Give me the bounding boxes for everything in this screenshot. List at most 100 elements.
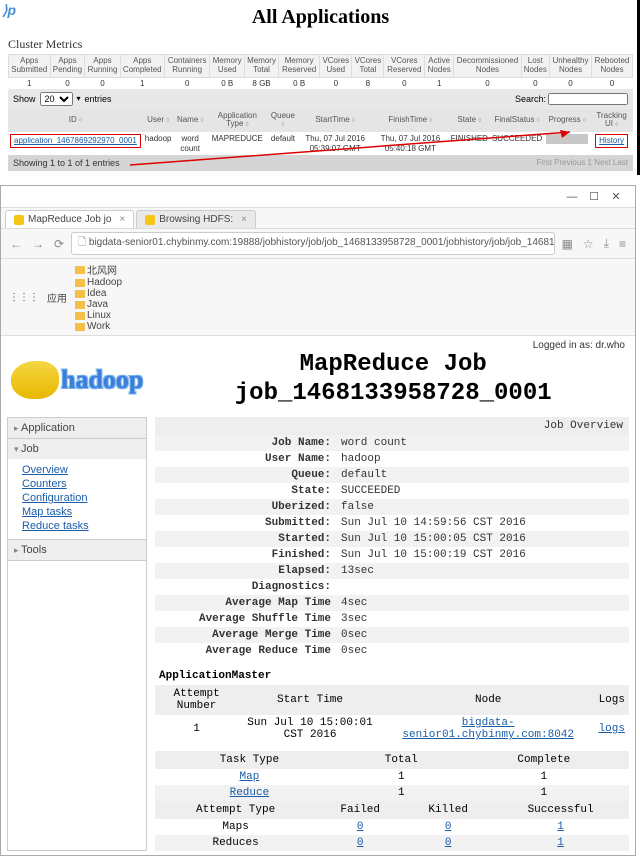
apps-col[interactable]: ID ◊ [8, 109, 143, 133]
app-queue: default [268, 132, 298, 155]
kv-row: Submitted:Sun Jul 10 14:59:56 CST 2016 [155, 515, 629, 531]
reload-button[interactable]: ⟳ [51, 237, 67, 251]
task-type-link[interactable]: Map [240, 771, 260, 783]
back-button[interactable]: ← [7, 237, 25, 251]
metrics-col: Apps Submitted [9, 55, 51, 78]
apps-col[interactable]: Name ◊ [174, 109, 207, 133]
metrics-col: Memory Reserved [279, 55, 320, 78]
left-nav: Application Job OverviewCountersConfigur… [7, 417, 147, 851]
application-master-table: Attempt NumberStart TimeNodeLogs 1 Sun J… [155, 685, 629, 743]
app-progress [544, 132, 590, 155]
search-input[interactable] [548, 93, 628, 105]
tab-browsing-hdfs[interactable]: Browsing HDFS: × [136, 210, 256, 228]
am-attempt-number: 1 [155, 715, 238, 743]
window-titlebar: — ☐ ✕ [1, 186, 635, 208]
metrics-col: Decommissioned Nodes [454, 55, 521, 78]
kv-row: Started:Sun Jul 10 15:00:05 CST 2016 [155, 531, 629, 547]
entries-select[interactable]: 20 [40, 92, 73, 106]
bookmark-folder[interactable]: Idea [75, 288, 122, 299]
paging-controls[interactable]: First Previous 1 Next Last [536, 158, 628, 168]
app-name: word count [174, 132, 207, 155]
metrics-col: Lost Nodes [521, 55, 549, 78]
application-master-header: ApplicationMaster [155, 667, 629, 685]
app-final: SUCCEEDED [490, 132, 544, 155]
nav-link-overview[interactable]: Overview [22, 463, 146, 477]
close-icon[interactable]: × [241, 214, 247, 225]
kv-row: Uberized:false [155, 499, 629, 515]
app-finish: Thu, 07 Jul 2016 05:40:18 GMT [372, 132, 448, 155]
download-icon[interactable]: ⤓ [601, 236, 612, 251]
menu-button[interactable]: ≡ [616, 237, 629, 251]
attempt-type-table: Attempt TypeFailedKilledSuccessful Maps0… [155, 801, 629, 851]
task-type-link[interactable]: Reduce [230, 787, 270, 799]
tab-mapreduce-job[interactable]: MapReduce Job jo × [5, 210, 134, 228]
kv-row: Average Map Time4sec [155, 595, 629, 611]
application-id-link[interactable]: application_1467869292970_0001 [14, 136, 137, 145]
metrics-col: Rebooted Nodes [592, 55, 633, 78]
nav-link-reduce-tasks[interactable]: Reduce tasks [22, 519, 146, 533]
metrics-col: Active Nodes [425, 55, 454, 78]
am-logs-link[interactable]: logs [599, 723, 625, 735]
kv-row: Queue:default [155, 467, 629, 483]
nav-tools[interactable]: Tools [8, 540, 146, 560]
metrics-col: Apps Running [85, 55, 120, 78]
cluster-metrics-heading: Cluster Metrics [8, 37, 633, 52]
kv-row: Elapsed:13sec [155, 563, 629, 579]
bookmark-folder[interactable]: Work [75, 321, 122, 332]
apps-icon[interactable]: ⋮⋮⋮ [9, 292, 39, 303]
apps-col[interactable]: StartTime ◊ [298, 109, 372, 133]
qr-icon[interactable]: ▦ [559, 237, 576, 251]
minimize-button[interactable]: — [561, 191, 583, 203]
nav-job[interactable]: Job [8, 439, 146, 459]
apps-col[interactable]: FinalStatus ◊ [490, 109, 544, 133]
nav-application[interactable]: Application [8, 418, 146, 438]
favicon-icon [14, 215, 24, 225]
metrics-col: Apps Pending [50, 55, 85, 78]
address-bar[interactable]: 🗋 bigdata-senior01.chybinmy.com:19888/jo… [71, 232, 555, 255]
elephant-icon [11, 361, 59, 399]
apps-col[interactable]: User ◊ [143, 109, 174, 133]
bookmark-folder[interactable]: Java [75, 299, 122, 310]
hadoop-logo[interactable]: hadoop [7, 357, 147, 403]
metrics-col: Containers Running [164, 55, 210, 78]
table-row: Map11 [155, 769, 629, 785]
favicon-icon [145, 215, 155, 225]
star-icon[interactable]: ☆ [580, 237, 597, 251]
close-button[interactable]: ✕ [605, 190, 627, 203]
logged-in-text: Logged in as: dr.who [7, 340, 629, 351]
metrics-col: Apps Completed [120, 55, 164, 78]
history-link[interactable]: History [599, 136, 624, 145]
kv-row: Average Shuffle Time3sec [155, 611, 629, 627]
kv-row: Finished:Sun Jul 10 15:00:19 CST 2016 [155, 547, 629, 563]
apps-col[interactable]: Progress ◊ [544, 109, 590, 133]
page-title: All Applications [8, 6, 633, 29]
table-row: Reduce11 [155, 785, 629, 801]
table-row: Maps001 [155, 819, 629, 835]
close-icon[interactable]: × [119, 214, 125, 225]
app-user: hadoop [143, 132, 174, 155]
kv-row: State:SUCCEEDED [155, 483, 629, 499]
kv-row: Job Name:word count [155, 435, 629, 451]
metrics-col: VCores Used [320, 55, 352, 78]
apps-col[interactable]: Tracking UI ◊ [590, 109, 633, 133]
bookmark-folder[interactable]: 北风网 [75, 262, 122, 277]
apps-col[interactable]: Queue ◊ [268, 109, 298, 133]
entries-label: entries [85, 94, 112, 104]
metrics-col: Unhealthy Nodes [549, 55, 591, 78]
bookmark-folder[interactable]: Linux [75, 310, 122, 321]
forward-button[interactable]: → [29, 237, 47, 251]
am-start-time: Sun Jul 10 15:00:01 CST 2016 [238, 715, 382, 743]
kv-row: Diagnostics: [155, 579, 629, 595]
nav-link-counters[interactable]: Counters [22, 477, 146, 491]
nav-link-map-tasks[interactable]: Map tasks [22, 505, 146, 519]
am-node-link[interactable]: bigdata-senior01.chybinmy.com:8042 [402, 717, 574, 741]
apps-col[interactable]: State ◊ [449, 109, 490, 133]
bookmark-folder[interactable]: Hadoop [75, 277, 122, 288]
job-overview-header: Job Overview [155, 417, 629, 435]
show-label: Show [13, 94, 36, 104]
apps-col[interactable]: FinishTime ◊ [372, 109, 448, 133]
apps-col[interactable]: Application Type ◊ [207, 109, 268, 133]
nav-link-configuration[interactable]: Configuration [22, 491, 146, 505]
search-label: Search: [515, 94, 546, 104]
maximize-button[interactable]: ☐ [583, 190, 605, 203]
